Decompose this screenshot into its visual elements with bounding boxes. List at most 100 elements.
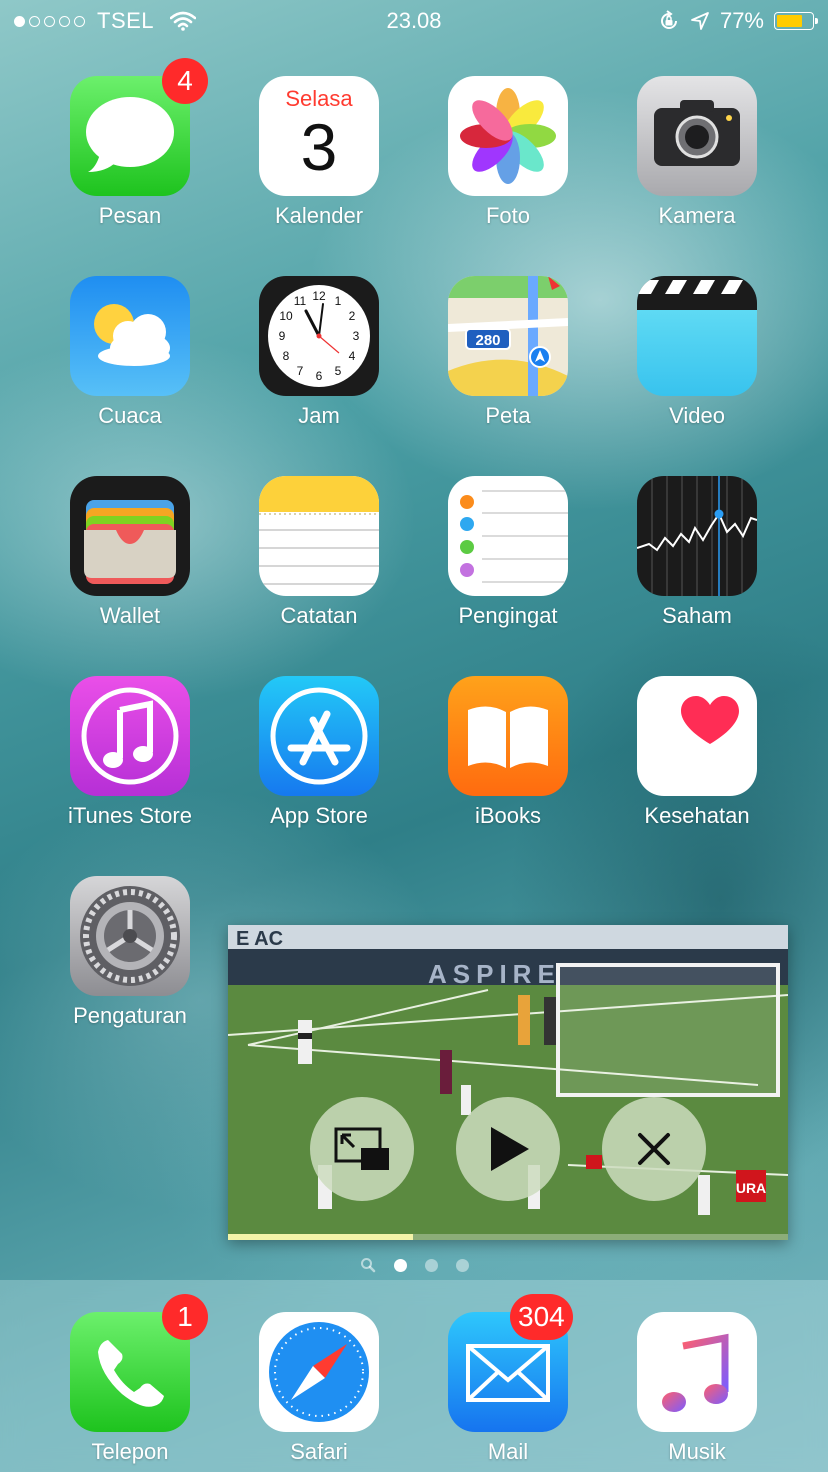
app-label: Catatan — [280, 603, 358, 628]
banner-text: E AC — [236, 928, 283, 950]
svg-text:6: 6 — [316, 369, 323, 383]
svg-text:12: 12 — [312, 289, 326, 303]
app-label: Musik — [668, 1439, 726, 1464]
app-foto[interactable]: Foto — [413, 76, 603, 229]
page-dot-2[interactable] — [424, 1258, 438, 1272]
app-kamera[interactable]: Kamera — [602, 76, 792, 229]
app-wallet[interactable]: Wallet — [35, 476, 225, 629]
app-label: iTunes Store — [68, 803, 192, 828]
status-right: 77% — [658, 8, 818, 34]
app-label: Pesan — [98, 203, 162, 228]
play-icon — [491, 1127, 529, 1171]
app-cuaca[interactable]: Cuaca — [35, 276, 225, 429]
photos-icon — [448, 76, 568, 196]
battery-fill — [777, 15, 803, 27]
close-icon — [638, 1133, 670, 1165]
clock-icon: 12 1 2 345 678 9 10 11 — [259, 276, 379, 396]
app-saham[interactable]: Saham — [602, 476, 792, 629]
exit-pip-icon — [334, 1127, 389, 1170]
reminders-icon — [448, 476, 568, 596]
app-label: Telepon — [91, 1439, 169, 1464]
app-kesehatan[interactable]: Kesehatan — [602, 676, 792, 829]
notification-badge: 1 — [162, 1294, 208, 1340]
app-kalender[interactable]: Selasa 3 Kalender — [224, 76, 414, 229]
svg-text:4: 4 — [349, 349, 356, 363]
battery-percent: 77% — [719, 8, 764, 33]
app-label: Pengaturan — [73, 1003, 187, 1028]
stocks-icon — [637, 476, 757, 596]
video-progress-fill — [228, 1234, 413, 1240]
page-dot-3[interactable] — [455, 1258, 469, 1272]
page-dot-1[interactable] — [393, 1258, 407, 1272]
svg-text:10: 10 — [279, 309, 293, 323]
spotlight-search-icon[interactable] — [360, 1257, 376, 1273]
safari-icon — [259, 1312, 379, 1432]
app-store-icon — [259, 676, 379, 796]
app-label: Jam — [298, 403, 340, 428]
svg-text:5: 5 — [335, 364, 342, 378]
itunes-store-icon — [70, 676, 190, 796]
notification-badge: 4 — [162, 58, 208, 104]
svg-text:1: 1 — [335, 294, 342, 308]
videos-icon — [637, 276, 757, 396]
app-label: Video — [669, 403, 725, 428]
route-number: 280 — [475, 332, 500, 349]
app-pengingat[interactable]: Pengingat — [413, 476, 603, 629]
app-label: Wallet — [99, 603, 161, 628]
app-telepon[interactable]: 1 Telepon — [35, 1294, 225, 1465]
app-app-store[interactable]: App Store — [224, 676, 414, 829]
app-label: Peta — [485, 403, 531, 428]
app-label: Kamera — [658, 203, 736, 228]
app-itunes-store[interactable]: iTunes Store — [35, 676, 225, 829]
svg-text:2: 2 — [349, 309, 356, 323]
calendar-weekday: Selasa — [285, 86, 353, 111]
notes-icon — [259, 476, 379, 596]
wallet-icon — [70, 476, 190, 596]
calendar-icon: Selasa 3 — [259, 76, 379, 196]
app-catatan[interactable]: Catatan — [224, 476, 414, 629]
pip-video-window[interactable]: E AC ASPIRE URA — [228, 925, 788, 1240]
play-button[interactable] — [456, 1097, 560, 1201]
svg-text:7: 7 — [297, 364, 304, 378]
app-label: Saham — [662, 603, 732, 628]
calendar-day: 3 — [300, 110, 338, 184]
app-video[interactable]: Video — [602, 276, 792, 429]
app-musik[interactable]: Musik — [602, 1312, 792, 1465]
app-label: Safari — [290, 1439, 348, 1464]
app-label: Foto — [485, 203, 531, 228]
corner-text: URA — [736, 1180, 766, 1196]
status-bar: TSEL 23.08 77% — [0, 0, 828, 40]
ibooks-icon — [448, 676, 568, 796]
app-ibooks[interactable]: iBooks — [413, 676, 603, 829]
app-peta[interactable]: 280 Peta — [413, 276, 603, 429]
app-label: App Store — [270, 803, 368, 828]
settings-icon — [70, 876, 190, 996]
svg-text:9: 9 — [279, 329, 286, 343]
svg-text:8: 8 — [283, 349, 290, 363]
app-pengaturan[interactable]: Pengaturan — [35, 876, 225, 1029]
ad-text: ASPIRE — [428, 959, 561, 989]
app-label: Kesehatan — [644, 803, 750, 828]
close-pip-button[interactable] — [602, 1097, 706, 1201]
health-icon — [637, 676, 757, 796]
app-pesan[interactable]: 4 Pesan — [35, 58, 225, 229]
app-jam[interactable]: 12 1 2 345 678 9 10 11 Jam — [224, 276, 414, 429]
app-label: iBooks — [474, 803, 542, 828]
exit-pip-button[interactable] — [310, 1097, 414, 1201]
rotation-lock-icon — [660, 10, 677, 29]
battery-icon — [774, 12, 818, 30]
app-label: Cuaca — [98, 403, 162, 428]
svg-text:3: 3 — [353, 329, 360, 343]
music-icon — [637, 1312, 757, 1432]
app-mail[interactable]: 304 Mail — [413, 1294, 603, 1465]
app-label: Kalender — [274, 203, 364, 228]
app-label: Pengingat — [458, 603, 558, 628]
video-progress-bar[interactable] — [228, 1234, 788, 1240]
app-label: Mail — [487, 1439, 529, 1464]
location-icon — [691, 12, 709, 30]
page-indicator[interactable] — [0, 1257, 828, 1273]
app-safari[interactable]: Safari — [224, 1312, 414, 1465]
weather-icon — [70, 276, 190, 396]
notification-badge: 304 — [510, 1294, 573, 1340]
camera-icon — [637, 76, 757, 196]
